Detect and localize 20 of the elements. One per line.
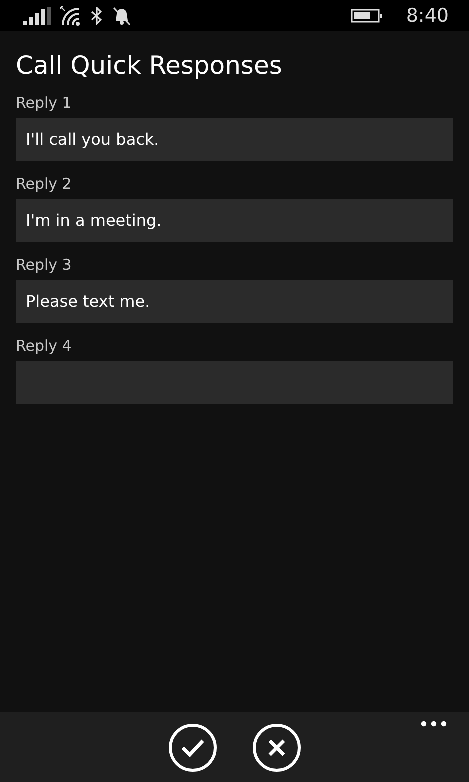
battery-icon	[351, 8, 384, 22]
bluetooth-icon	[91, 6, 103, 24]
clock-time: 8:40	[406, 4, 449, 26]
confirm-button[interactable]	[168, 724, 216, 772]
field-label: Reply 1	[16, 94, 72, 112]
field-label: Reply 2	[16, 175, 72, 193]
cancel-button[interactable]	[252, 724, 300, 772]
input-field[interactable]: Please text me.	[16, 280, 453, 323]
signal-icon	[23, 6, 51, 24]
bell-off-icon	[112, 6, 132, 26]
checkmark-icon	[180, 738, 204, 758]
field-label: Reply 4	[16, 337, 72, 355]
more-icon[interactable]	[421, 721, 447, 727]
input-field[interactable]: I'm in a meeting.	[16, 199, 453, 242]
input-field[interactable]	[16, 361, 453, 404]
page-title: Call Quick Responses	[16, 51, 284, 80]
wifi-icon	[60, 6, 82, 26]
field-label: Reply 3	[16, 256, 72, 274]
input-field[interactable]: I'll call you back.	[16, 118, 453, 161]
close-icon	[268, 739, 286, 757]
